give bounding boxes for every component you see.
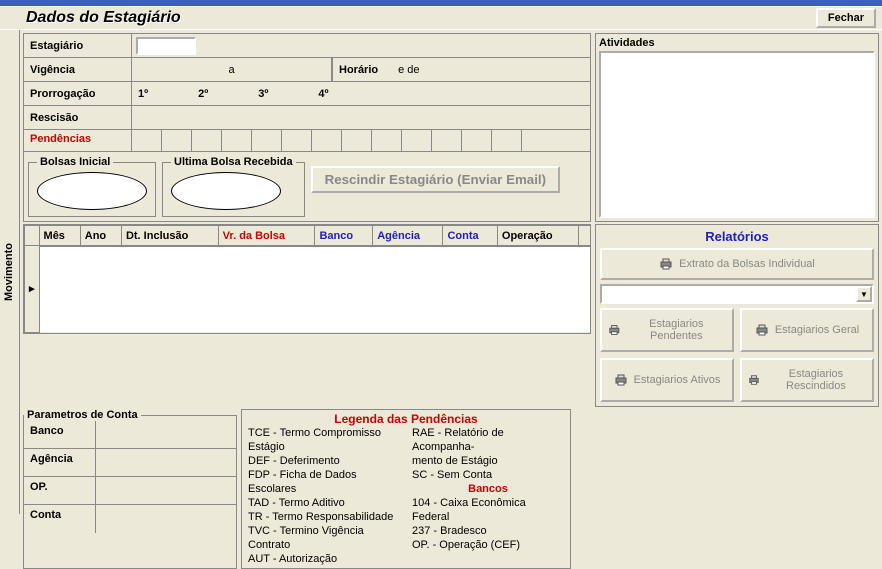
col-conta[interactable]: Conta bbox=[443, 226, 497, 246]
side-tab-movimento[interactable]: Movimento bbox=[0, 30, 20, 514]
geral-button[interactable]: Estagiarios Geral bbox=[740, 308, 874, 352]
pendentes-button[interactable]: Estagiarios Pendentes bbox=[600, 308, 734, 352]
prorrogacao-label: Prorrogação bbox=[24, 82, 132, 105]
printer-icon bbox=[748, 374, 760, 386]
close-button[interactable]: Fechar bbox=[816, 8, 876, 28]
col-banco[interactable]: Banco bbox=[315, 226, 373, 246]
relatorios-title: Relatórios bbox=[600, 229, 874, 244]
pendencias-boxes bbox=[132, 130, 590, 151]
printer-icon bbox=[608, 324, 621, 336]
bolsas-grid[interactable]: Mês Ano Dt. Inclusão Vr. da Bolsa Banco … bbox=[23, 224, 591, 334]
prorrog-1: 1º bbox=[138, 88, 148, 100]
ativos-label: Estagiarios Ativos bbox=[634, 374, 721, 386]
param-banco-label: Banco bbox=[24, 421, 96, 448]
estagiario-label: Estagiário bbox=[24, 34, 132, 57]
legenda-col-left: TCE - Termo Compromisso Estágio DEF - De… bbox=[248, 426, 400, 566]
ativos-button[interactable]: Estagiarios Ativos bbox=[600, 358, 734, 402]
col-operacao[interactable]: Operação bbox=[497, 226, 578, 246]
bolsa-inicial-value bbox=[37, 172, 147, 210]
bolsa-inicial-group: Bolsas Inicial bbox=[28, 156, 156, 217]
rescisao-label: Rescisão bbox=[24, 106, 132, 129]
param-conta-label: Conta bbox=[24, 505, 96, 533]
prorrog-2: 2º bbox=[198, 88, 208, 100]
col-vr-bolsa[interactable]: Vr. da Bolsa bbox=[218, 226, 315, 246]
legenda-col-right: RAE - Relatório de Acompanha- mento de E… bbox=[412, 426, 564, 566]
param-op-value bbox=[96, 477, 236, 504]
extrato-label: Extrato da Bolsas Individual bbox=[679, 258, 815, 270]
col-dt-inclusao[interactable]: Dt. Inclusão bbox=[121, 226, 218, 246]
param-banco-value bbox=[96, 421, 236, 448]
legenda-title: Legenda das Pendências bbox=[248, 412, 564, 426]
chevron-down-icon[interactable]: ▼ bbox=[856, 286, 872, 302]
col-agencia[interactable]: Agência bbox=[373, 226, 443, 246]
col-spacer bbox=[578, 226, 590, 246]
pendentes-label: Estagiarios Pendentes bbox=[627, 318, 726, 342]
ultima-bolsa-legend: Ultima Bolsa Recebida bbox=[171, 156, 296, 168]
col-mes[interactable]: Mês bbox=[39, 226, 80, 246]
row-marker[interactable]: ▸ bbox=[25, 246, 40, 333]
horario-label: Horário bbox=[339, 64, 378, 76]
row-marker-header bbox=[25, 226, 40, 246]
ultima-bolsa-group: Ultima Bolsa Recebida bbox=[162, 156, 305, 217]
pendencias-label: Pendências bbox=[24, 130, 132, 151]
prorrog-4: 4º bbox=[318, 88, 328, 100]
ultima-bolsa-value bbox=[171, 172, 281, 210]
parametros-legend: Parametros de Conta bbox=[24, 409, 141, 421]
printer-icon bbox=[659, 258, 673, 270]
printer-icon bbox=[755, 324, 769, 336]
param-agencia-value bbox=[96, 449, 236, 476]
parametros-group: Parametros de Conta Banco Agência OP. Co… bbox=[23, 409, 237, 569]
bolsa-inicial-legend: Bolsas Inicial bbox=[37, 156, 113, 168]
printer-icon bbox=[614, 374, 628, 386]
rescindir-button[interactable]: Rescindir Estagiário (Enviar Email) bbox=[311, 166, 560, 193]
geral-label: Estagiarios Geral bbox=[775, 324, 859, 336]
atividades-textarea[interactable] bbox=[599, 51, 875, 218]
rescindidos-button[interactable]: Estagiarios Rescindidos bbox=[740, 358, 874, 402]
param-conta-value bbox=[96, 505, 236, 533]
prorrog-3: 3º bbox=[258, 88, 268, 100]
param-agencia-label: Agência bbox=[24, 449, 96, 476]
vigencia-separator: a bbox=[228, 64, 234, 76]
side-tab-label: Movimento bbox=[4, 243, 16, 301]
rescindidos-label: Estagiarios Rescindidos bbox=[766, 368, 866, 392]
atividades-label: Atividades bbox=[599, 37, 875, 49]
param-op-label: OP. bbox=[24, 477, 96, 504]
col-ano[interactable]: Ano bbox=[80, 226, 121, 246]
legenda-bancos-title: Bancos bbox=[412, 482, 564, 496]
horario-separator: e de bbox=[398, 64, 419, 76]
estagiario-input[interactable] bbox=[136, 37, 196, 55]
extrato-button[interactable]: Extrato da Bolsas Individual bbox=[600, 248, 874, 280]
vigencia-label: Vigência bbox=[24, 58, 132, 81]
page-title: Dados do Estagiário bbox=[26, 9, 816, 27]
relatorios-combo[interactable]: ▼ bbox=[600, 284, 874, 304]
legenda-group: Legenda das Pendências TCE - Termo Compr… bbox=[241, 409, 571, 569]
